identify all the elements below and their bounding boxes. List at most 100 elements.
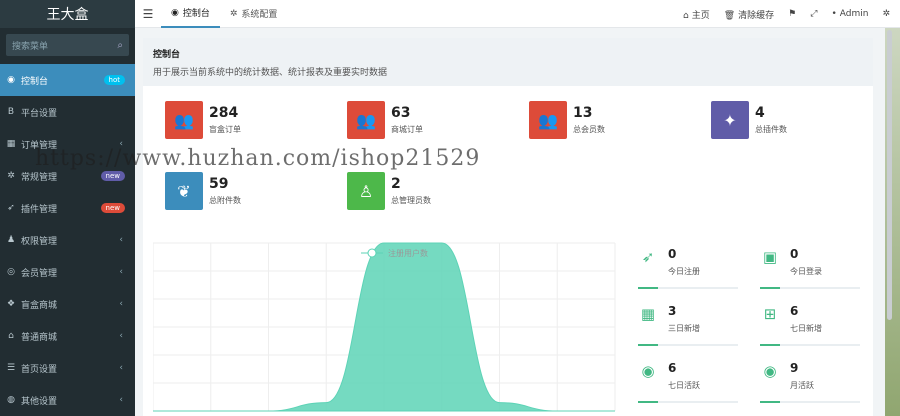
user-circle-icon: ◉: [763, 362, 777, 380]
mini-stat-progress: [638, 344, 738, 346]
chevron-left-icon: ‹: [119, 331, 123, 341]
stat-card: 👥 13 总会员数: [529, 100, 605, 140]
sidebar-item[interactable]: ◍ 其他设置 ‹: [0, 384, 135, 416]
home-label: 主页: [691, 10, 710, 21]
home-link[interactable]: ⌂ 主页: [683, 8, 710, 21]
mini-stat-value: 3: [668, 304, 677, 318]
sidebar-item[interactable]: ✲ 常规管理 new: [0, 160, 135, 192]
tab-dashboard[interactable]: ◉ 控制台: [161, 0, 220, 28]
mini-stat-label: 今日登录: [790, 267, 822, 276]
menu-badge: hot: [103, 75, 125, 85]
sidebar-item[interactable]: B 平台设置: [0, 96, 135, 128]
search-input[interactable]: 搜索菜单 ⌕: [6, 34, 129, 56]
sidebar-item[interactable]: ❖ 盲盒商城 ‹: [0, 288, 135, 320]
stat-card: ♙ 2 总管理员数: [347, 171, 431, 211]
stat-label: 总插件数: [755, 125, 787, 134]
stat-card: ✦ 4 总插件数: [711, 100, 787, 140]
calendar-plus-icon: ⊞: [763, 305, 777, 323]
stat-card: ❦ 59 总附件数: [165, 171, 241, 211]
user-name: Admin: [839, 9, 869, 19]
dot-circle-icon: ◍: [7, 395, 15, 405]
chevron-left-icon: ‹: [119, 139, 123, 149]
magic-wand-icon: ✦: [711, 101, 749, 139]
rocket-icon: ➶: [7, 203, 15, 213]
sidebar-item-label: 首页设置: [21, 364, 58, 375]
home-icon: ⌂: [682, 10, 689, 21]
dashboard-icon: ◉: [7, 75, 15, 85]
stat-value: 63: [391, 105, 411, 121]
page-subtitle: 用于展示当前系统中的统计数据、统计报表及重要实时数据: [153, 68, 388, 78]
app-title: 王大盒: [0, 0, 135, 28]
mini-stat-value: 6: [790, 304, 799, 318]
sidebar-item[interactable]: ⌂ 普通商城 ‹: [0, 320, 135, 352]
mini-stat-label: 三日新增: [668, 324, 700, 333]
mini-stat-progress: [760, 287, 860, 289]
page-title: 控制台: [153, 50, 181, 60]
dashboard-panel: 👥 284 盲盒订单 👥 63 商城订单 👥 13 总会员数 ✦ 4 总插件数 ❦ 59 总附件数 ♙ 2 总管理…: [143, 86, 873, 416]
settings-icon[interactable]: ✲: [882, 9, 890, 19]
sidebar-item[interactable]: ➶ 插件管理 new: [0, 192, 135, 224]
sidebar-item[interactable]: ◉ 控制台 hot: [0, 64, 135, 96]
menu-toggle-icon[interactable]: ☰: [135, 7, 161, 21]
mini-stat-progress: [760, 401, 860, 403]
mini-stat-label: 七日新增: [790, 324, 822, 333]
users-icon: 👥: [529, 101, 567, 139]
mini-stat-value: 6: [668, 361, 677, 375]
stat-label: 商城订单: [391, 125, 423, 134]
sidebar-item[interactable]: ☰ 首页设置 ‹: [0, 352, 135, 384]
mini-stat-label: 月活跃: [790, 381, 814, 390]
dashboard-icon: ◉: [171, 7, 179, 18]
chevron-left-icon: ‹: [119, 363, 123, 373]
users-icon: 👥: [347, 101, 385, 139]
sidebar-item-label: 盲盒商城: [21, 300, 58, 311]
page-header: 控制台 用于展示当前系统中的统计数据、统计报表及重要实时数据: [143, 38, 873, 88]
chart-legend[interactable]: 注册用户数: [361, 248, 428, 258]
stat-label: 总管理员数: [391, 196, 431, 205]
mini-stat: ▦ 3 三日新增: [638, 301, 738, 346]
sidebar-item-label: 会员管理: [21, 268, 58, 279]
stat-label: 盲盒订单: [209, 125, 241, 134]
mini-stat-label: 七日活跃: [668, 381, 700, 390]
sidebar-item-label: 平台设置: [21, 108, 58, 119]
page-scrollbar[interactable]: [887, 30, 892, 320]
bank-icon: ⌂: [8, 331, 14, 341]
sidebar-menu: ◉ 控制台 hot B 平台设置 ▦ 订单管理 ‹ ✲ 常规管理 new ➶ 插件管理 new ♟ 权限管理 ‹…: [0, 64, 135, 416]
cubes-icon: ❖: [6, 299, 16, 309]
list-icon: ☰: [6, 363, 16, 373]
mini-stat-value: 0: [790, 247, 799, 261]
search-icon[interactable]: ⌕: [117, 40, 123, 51]
avatar: •: [831, 9, 837, 19]
sidebar-item-label: 控制台: [21, 76, 49, 87]
register-users-chart: 注册用户数: [153, 242, 616, 412]
mini-stat: ◉ 6 七日活跃: [638, 358, 738, 403]
mini-stat-label: 今日注册: [668, 267, 700, 276]
sidebar: 王大盒 搜索菜单 ⌕ ◉ 控制台 hot B 平台设置 ▦ 订单管理 ‹ ✲ 常规管理 new ➶ 插件…: [0, 0, 135, 416]
clear-cache-button[interactable]: 🗑 清除缓存: [724, 8, 774, 21]
trash-icon: 🗑: [723, 10, 736, 21]
users-icon: ♟: [6, 235, 16, 245]
sidebar-item[interactable]: ◎ 会员管理 ‹: [0, 256, 135, 288]
mini-stat: ▣ 0 今日登录: [760, 244, 860, 289]
sidebar-item-label: 普通商城: [21, 332, 58, 343]
user-menu[interactable]: • Admin: [831, 9, 868, 19]
sidebar-item[interactable]: ▦ 订单管理 ‹: [0, 128, 135, 160]
tab-label: 系统配置: [241, 10, 278, 20]
mini-stat-progress: [760, 344, 860, 346]
fullscreen-icon[interactable]: ⤢: [810, 9, 817, 19]
stat-card: 👥 63 商城订单: [347, 100, 423, 140]
menu-badge: new: [100, 203, 125, 213]
language-icon[interactable]: ⚑: [788, 9, 796, 19]
stat-value: 2: [391, 176, 401, 192]
chevron-left-icon: ‹: [119, 267, 123, 277]
sidebar-item-label: 其他设置: [21, 396, 58, 407]
sidebar-item[interactable]: ♟ 权限管理 ‹: [0, 224, 135, 256]
menu-badge: new: [100, 171, 125, 181]
stat-value: 4: [755, 105, 765, 121]
tab-system-config[interactable]: ✲ 系统配置: [220, 0, 288, 28]
mini-stat-progress: [638, 401, 738, 403]
mini-stat: ⊞ 6 七日新增: [760, 301, 860, 346]
stat-value: 59: [209, 176, 229, 192]
rocket-icon: ➶: [641, 248, 655, 266]
sidebar-item-label: 常规管理: [21, 172, 58, 183]
stat-value: 284: [209, 105, 239, 121]
